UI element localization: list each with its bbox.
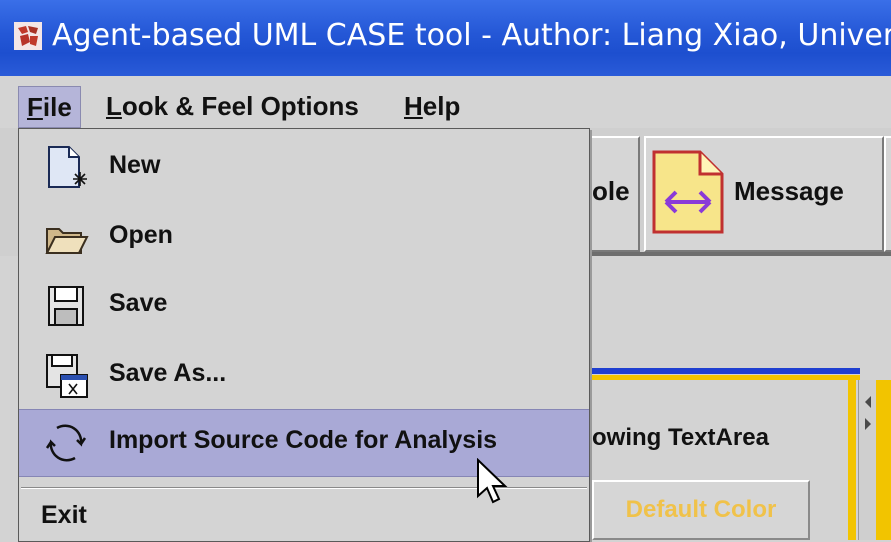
split-arrows-icon [865,396,871,430]
menu-file-mnemonic: F [27,92,43,122]
menu-item-import-source-label: Import Source Code for Analysis [109,426,498,454]
message-icon [652,150,724,234]
menu-item-save-as[interactable]: Save As... [19,343,589,409]
menu-help[interactable]: Help [396,86,468,126]
open-folder-icon [45,228,89,254]
menu-file[interactable]: File [18,86,81,128]
import-arrows-icon [45,424,87,462]
save-as-icon [46,354,88,398]
menu-item-save-as-label: Save As... [109,359,227,387]
menu-look-and-feel-mnemonic: L [106,91,122,121]
default-color-button[interactable]: Default Color [592,480,810,540]
panel-border-yellow [848,378,856,540]
toolbar-button-role-label: ole [592,176,630,206]
panel-right-edge [876,380,891,540]
window-title: Agent-based UML CASE tool - Author: Lian… [52,18,891,53]
split-pane-divider[interactable] [858,380,877,540]
menu-file-label: ile [42,92,72,122]
mouse-pointer-icon [477,458,508,504]
menu-item-new-label: New [109,151,161,179]
panel-divider-blue [590,368,860,374]
toolbar-button-message-label: Message [734,176,844,206]
menu-item-save-label: Save [109,289,168,317]
menu-item-open[interactable]: Open [19,205,589,271]
toolbar-button-next[interactable] [884,136,891,252]
menu-item-new[interactable]: New [19,135,589,201]
toolbar-divider [590,252,891,256]
menu-item-exit-label: Exit [41,501,87,529]
new-file-icon [48,146,87,188]
menu-look-and-feel[interactable]: Look & Feel Options [98,86,367,126]
floppy-disk-icon [48,286,84,326]
panel-divider-yellow [590,375,860,380]
textarea-label: owing TextArea [592,424,769,451]
menu-help-mnemonic: H [404,91,423,121]
title-bar[interactable]: Agent-based UML CASE tool - Author: Lian… [0,0,891,76]
menu-item-save[interactable]: Save [19,273,589,339]
menu-bar: File Look & Feel Options Help [0,76,891,128]
menu-item-open-label: Open [109,221,173,249]
menu-help-label: elp [422,91,461,121]
menu-look-and-feel-label: ook & Feel Options [121,91,359,121]
app-logo-icon [14,22,42,50]
